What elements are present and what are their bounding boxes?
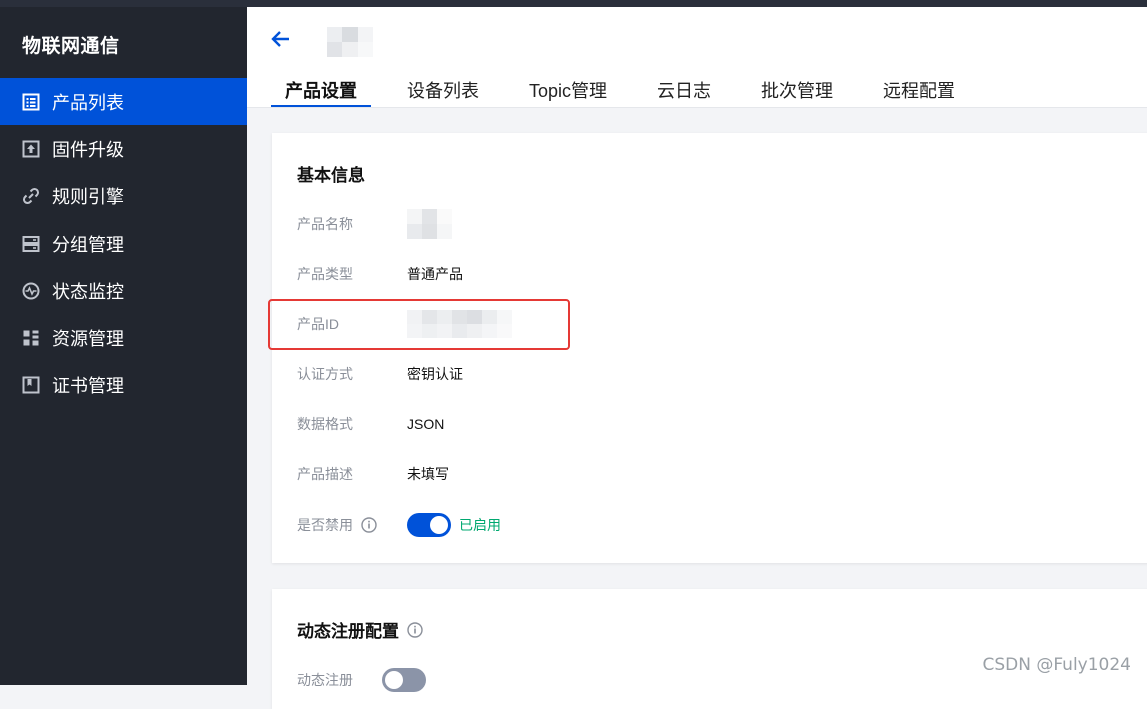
watermark: CSDN @Fuly1024: [982, 655, 1131, 675]
dynamic-reg-label: 动态注册: [297, 672, 353, 688]
tab-cloud-log[interactable]: 云日志: [643, 71, 725, 107]
sidebar-item-rules[interactable]: 规则引擎: [0, 173, 247, 220]
sidebar-item-product-list[interactable]: 产品列表: [0, 78, 247, 126]
data-format-row: 数据格式 JSON: [297, 413, 444, 435]
list-icon: [22, 93, 40, 111]
auth-method-value: 密钥认证: [407, 366, 463, 382]
sidebar-item-label: 规则引擎: [52, 187, 124, 208]
disabled-label: 是否禁用: [297, 517, 353, 533]
enable-toggle-wrap: 已启用: [407, 513, 501, 537]
redacted-product-name: [407, 209, 452, 239]
monitor-icon: [22, 282, 40, 300]
info-icon[interactable]: [361, 517, 377, 533]
tab-bar: 产品设置 设备列表 Topic管理 云日志 批次管理 远程配置: [271, 71, 991, 107]
toggle-knob: [430, 516, 448, 534]
sidebar-item-label: 产品列表: [52, 92, 124, 113]
sidebar: 物联网通信 产品列表 固件升级 规则引擎 分组管理 状态监控 资源管理 证书管理: [0, 7, 247, 685]
dynamic-reg-title: 动态注册配置: [297, 622, 399, 641]
sidebar-item-label: 证书管理: [52, 376, 124, 397]
sidebar-nav: 产品列表 固件升级 规则引擎 分组管理 状态监控 资源管理 证书管理: [0, 78, 247, 409]
product-type-label: 产品类型: [297, 266, 353, 282]
info-icon[interactable]: [407, 621, 423, 638]
dynamic-reg-toggle[interactable]: [382, 668, 426, 692]
auth-method-label: 认证方式: [297, 366, 353, 382]
disabled-row: 是否禁用 已启用: [297, 512, 501, 538]
redacted-product-title: [327, 27, 373, 57]
sidebar-item-label: 资源管理: [52, 329, 124, 350]
product-id-highlight-box: [268, 299, 570, 350]
server-icon: [22, 235, 40, 253]
dynamic-reg-card: 动态注册配置 动态注册: [272, 589, 1147, 709]
product-name-label: 产品名称: [297, 216, 353, 232]
tab-product-settings[interactable]: 产品设置: [271, 71, 371, 107]
tab-topic[interactable]: Topic管理: [515, 71, 621, 107]
product-desc-row: 产品描述 未填写: [297, 463, 449, 485]
tab-device-list[interactable]: 设备列表: [393, 71, 493, 107]
enable-toggle[interactable]: [407, 513, 451, 537]
back-arrow-icon[interactable]: [269, 27, 293, 51]
disabled-label-wrap: 是否禁用: [297, 515, 407, 535]
page-header: 产品设置 设备列表 Topic管理 云日志 批次管理 远程配置: [247, 7, 1147, 108]
product-desc-value: 未填写: [407, 466, 449, 482]
upload-icon: [22, 140, 40, 158]
basic-info-title: 基本信息: [297, 166, 365, 185]
toggle-knob: [385, 671, 403, 689]
top-bar: [0, 0, 1147, 7]
auth-method-row: 认证方式 密钥认证: [297, 363, 463, 385]
sidebar-item-firmware[interactable]: 固件升级: [0, 125, 247, 172]
link-icon: [22, 187, 40, 205]
enabled-status: 已启用: [459, 517, 501, 533]
dynamic-reg-row: 动态注册: [297, 667, 426, 693]
data-format-label: 数据格式: [297, 416, 353, 432]
sidebar-item-resources[interactable]: 资源管理: [0, 314, 247, 361]
brand-title: 物联网通信: [22, 36, 120, 57]
sidebar-item-label: 固件升级: [52, 139, 124, 160]
product-type-value: 普通产品: [407, 266, 463, 282]
sidebar-item-label: 分组管理: [52, 234, 124, 255]
dynamic-reg-title-wrap: 动态注册配置: [297, 617, 423, 642]
bookmark-icon: [22, 376, 40, 394]
tab-remote-config[interactable]: 远程配置: [869, 71, 969, 107]
sidebar-item-monitor[interactable]: 状态监控: [0, 267, 247, 314]
product-desc-label: 产品描述: [297, 466, 353, 482]
sidebar-item-groups[interactable]: 分组管理: [0, 220, 247, 267]
product-type-row: 产品类型 普通产品: [297, 263, 463, 285]
sidebar-item-label: 状态监控: [52, 281, 124, 302]
tab-batch[interactable]: 批次管理: [747, 71, 847, 107]
grid-icon: [22, 329, 40, 347]
product-name-row: 产品名称: [297, 209, 452, 239]
data-format-value: JSON: [407, 416, 445, 432]
sidebar-item-certificates[interactable]: 证书管理: [0, 362, 247, 409]
